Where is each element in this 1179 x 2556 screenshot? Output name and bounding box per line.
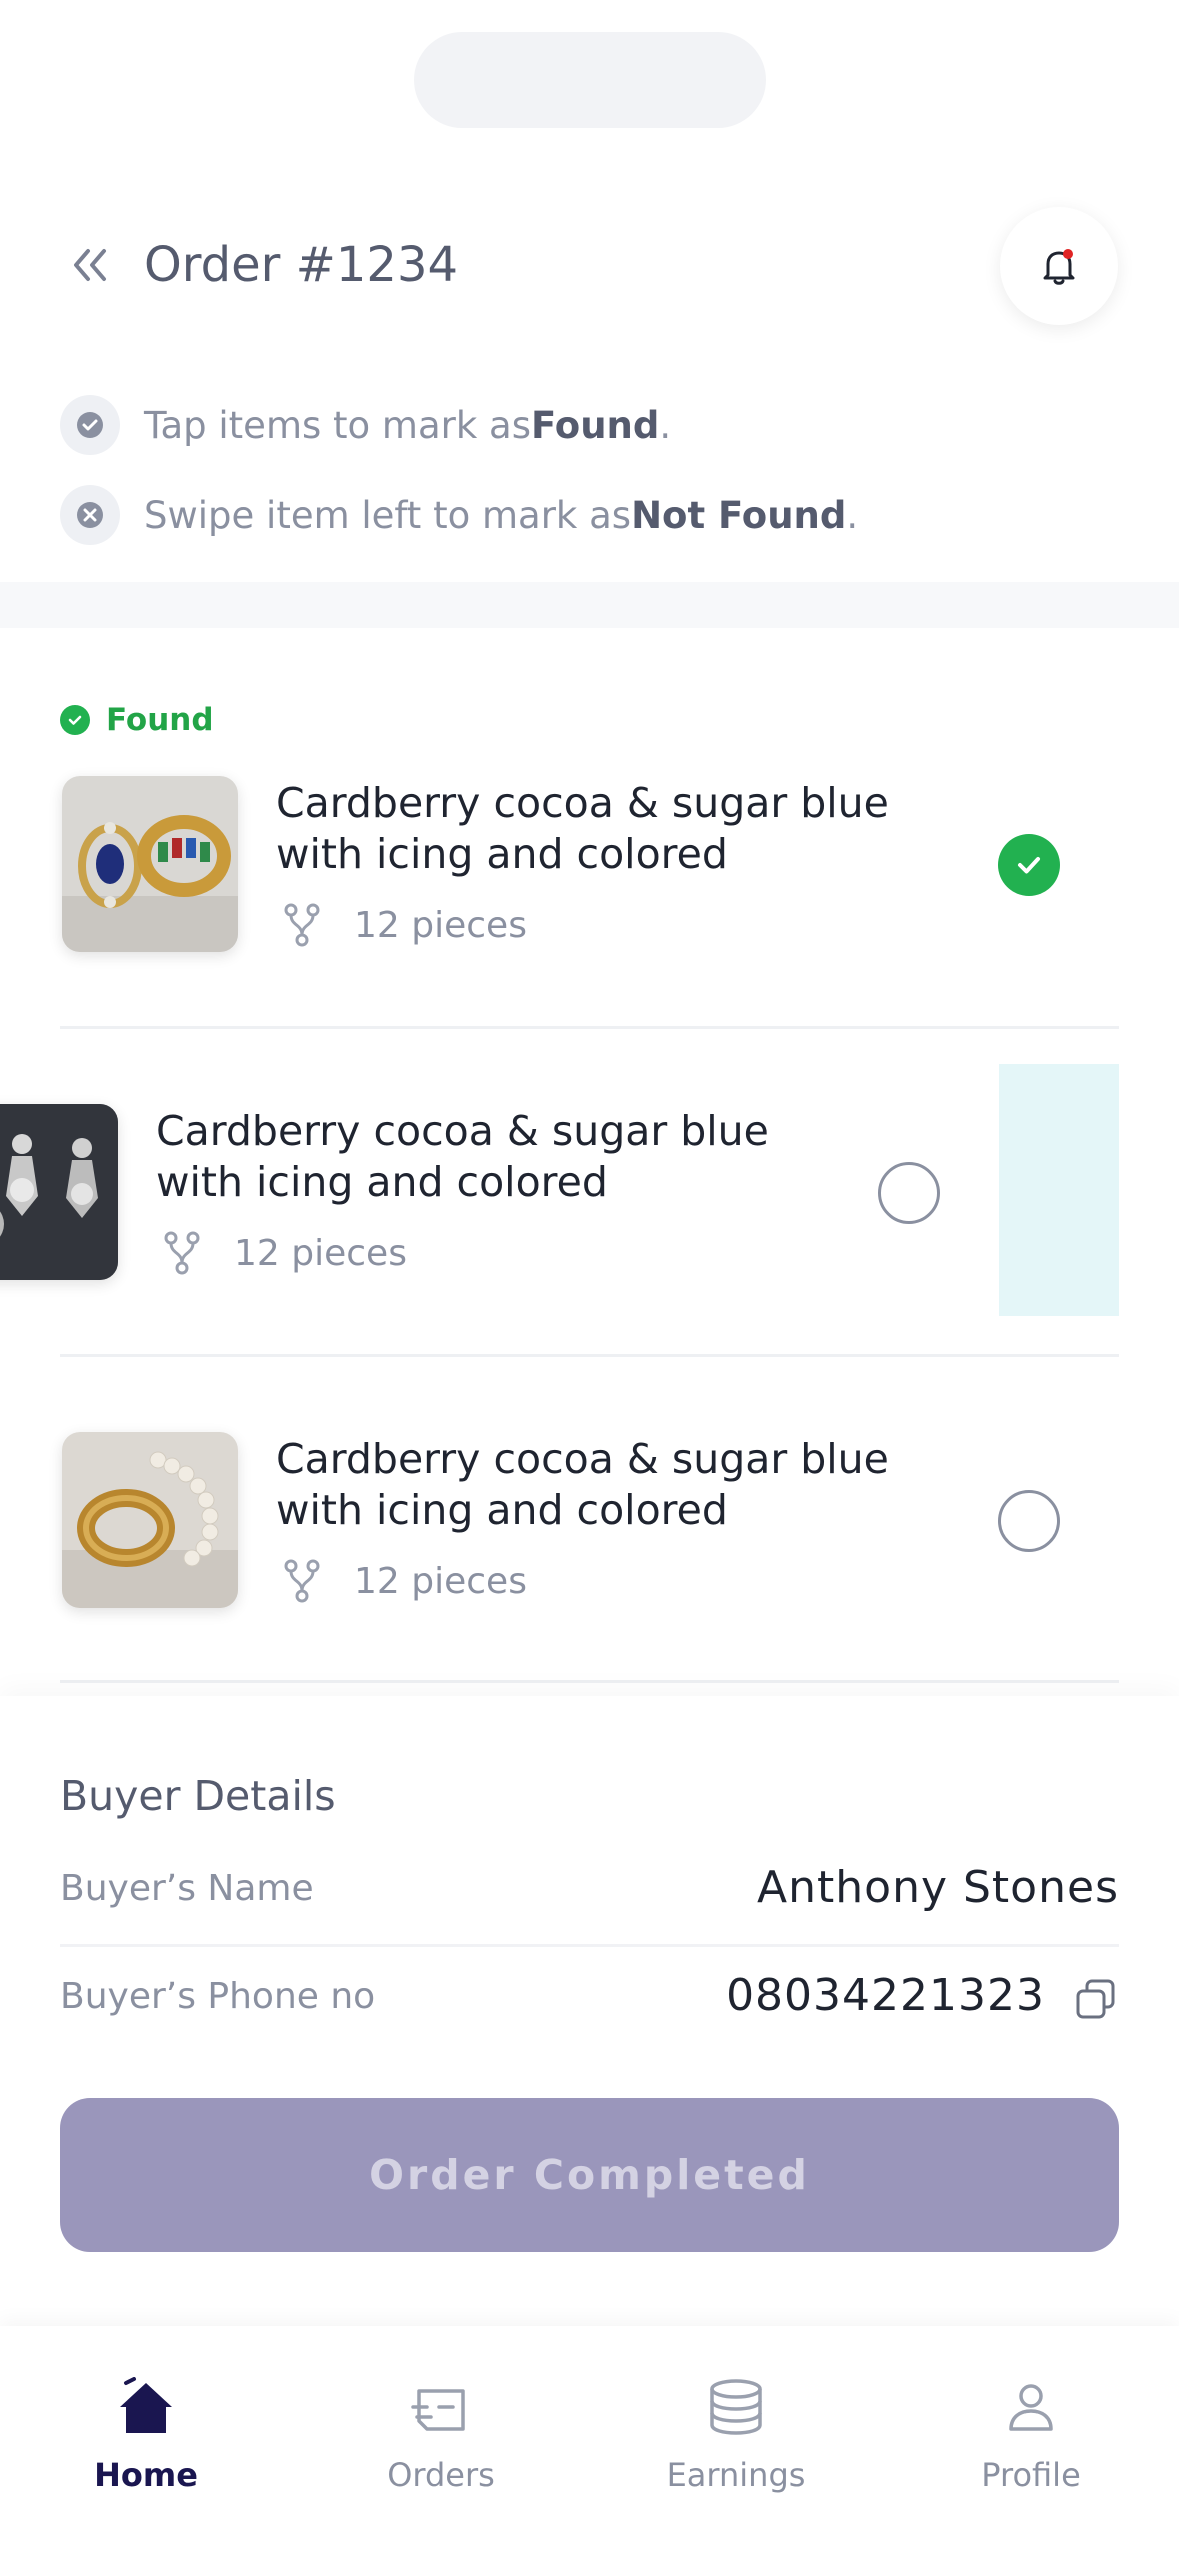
- item-pieces: 12 pieces: [282, 902, 527, 948]
- hint-not-found: Swipe item left to mark as Not Found.: [60, 485, 858, 545]
- copy-icon: [1076, 1979, 1115, 2019]
- section-separator: [0, 582, 1179, 628]
- back-button[interactable]: [60, 235, 120, 295]
- tab-home[interactable]: Home: [46, 2372, 246, 2512]
- tab-orders[interactable]: Orders: [341, 2372, 541, 2512]
- product-thumbnail: [0, 1104, 118, 1280]
- hint-found-suffix: .: [659, 403, 672, 447]
- bell-icon: [1043, 249, 1075, 285]
- divider: [60, 1680, 1119, 1683]
- hint-found: Tap items to mark as Found.: [60, 395, 671, 455]
- dynamic-island: [414, 32, 766, 128]
- item-name: Cardberry cocoa & sugar blue with icing …: [276, 1435, 889, 1534]
- tab-earnings[interactable]: Earnings: [636, 2372, 836, 2512]
- list-item[interactable]: Cardberry cocoa & sugar blue with icing …: [0, 1104, 1179, 1430]
- home-icon: [111, 2372, 181, 2442]
- buyer-name-value: Anthony Stones: [757, 1862, 1119, 1913]
- tab-label: Profile: [981, 2456, 1081, 2494]
- notification-button[interactable]: [1000, 207, 1118, 325]
- header: Order #1234: [0, 200, 1179, 330]
- divider: [60, 1944, 1119, 1947]
- double-chevron-left-icon: [74, 249, 106, 281]
- orders-icon: [406, 2372, 476, 2442]
- buyer-phone-label: Buyer’s Phone no: [60, 1976, 376, 2017]
- item-pieces: 12 pieces: [162, 1230, 407, 1276]
- item-name: Cardberry cocoa & sugar blue with icing …: [276, 779, 889, 878]
- divider: [60, 1026, 1119, 1029]
- check-circle-icon: [60, 705, 90, 735]
- profile-icon: [996, 2372, 1066, 2442]
- earnings-icon: [701, 2372, 771, 2442]
- divider: [60, 1354, 1119, 1357]
- page-title: Order #1234: [144, 237, 459, 293]
- copy-button[interactable]: [1073, 1976, 1119, 2022]
- check-circle-icon: [60, 395, 120, 455]
- order-completed-button[interactable]: Order Completed: [60, 2098, 1119, 2252]
- pieces-icon: [164, 1231, 200, 1275]
- product-thumbnail: [62, 1432, 238, 1608]
- buyer-phone-value: 08034221323: [726, 1970, 1045, 2021]
- buyer-name-label: Buyer’s Name: [60, 1868, 314, 1909]
- item-pieces: 12 pieces: [282, 1558, 527, 1604]
- tab-label: Earnings: [666, 2456, 806, 2494]
- product-thumbnail: [62, 776, 238, 952]
- buyer-details-title: Buyer Details: [60, 1772, 336, 1820]
- item-checkbox[interactable]: [998, 1490, 1060, 1552]
- hint-not-found-prefix: Swipe item left to mark as: [144, 493, 632, 537]
- tab-label: Orders: [387, 2456, 495, 2494]
- pieces-icon: [284, 903, 320, 947]
- item-checkbox[interactable]: [878, 1162, 940, 1224]
- hint-not-found-strong: Not Found: [631, 493, 847, 537]
- buyer-details-panel: Buyer Details Buyer’s Name Anthony Stone…: [0, 1696, 1179, 2326]
- check-icon: [1018, 857, 1040, 874]
- item-name: Cardberry cocoa & sugar blue with icing …: [156, 1107, 769, 1206]
- list-item[interactable]: Cardberry cocoa & sugar blue with icing …: [0, 776, 1179, 1102]
- found-checkbox[interactable]: [998, 834, 1060, 896]
- bottom-tab-bar: Home Orders Earnings Profile: [0, 2326, 1179, 2556]
- tab-label: Home: [94, 2456, 198, 2494]
- hint-found-strong: Found: [531, 403, 660, 447]
- tab-profile[interactable]: Profile: [931, 2372, 1131, 2512]
- hint-found-prefix: Tap items to mark as: [144, 403, 532, 447]
- hint-not-found-suffix: .: [846, 493, 859, 537]
- found-section-label: Found: [60, 700, 214, 740]
- pieces-icon: [284, 1559, 320, 1603]
- x-circle-icon: [60, 485, 120, 545]
